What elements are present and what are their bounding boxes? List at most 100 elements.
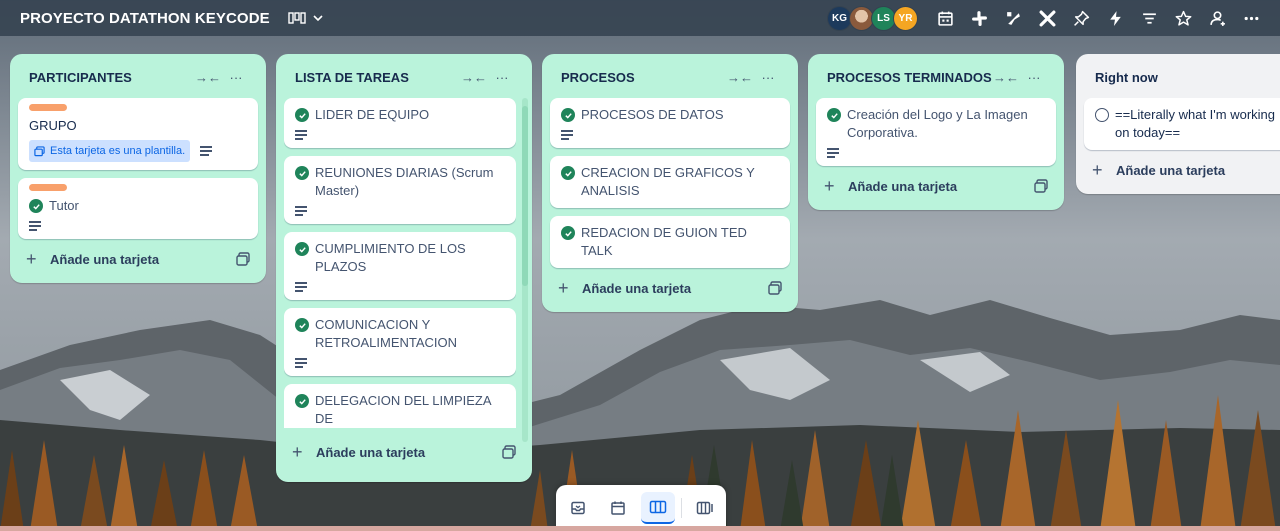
avatar[interactable]: YR <box>893 5 918 31</box>
description-icon <box>827 148 839 158</box>
plus-icon: + <box>824 175 835 196</box>
list-menu-icon[interactable]: ··· <box>754 70 782 85</box>
template-badge: Esta tarjeta es una plantilla. <box>29 140 191 162</box>
template-badge-label: Esta tarjeta es una plantilla. <box>50 145 186 157</box>
add-card-label: Añade una tarjeta <box>1116 162 1226 178</box>
butler-icon[interactable] <box>996 3 1030 33</box>
list-right-now: Right now → ==Literally what I'm working… <box>1076 54 1280 194</box>
share-icon[interactable] <box>1200 3 1234 33</box>
checkmark-complete-icon[interactable] <box>295 166 309 180</box>
card-process[interactable]: REDACION DE GUION TED TALK <box>550 216 790 268</box>
planner-icon[interactable] <box>601 492 635 524</box>
star-icon[interactable] <box>1166 3 1200 33</box>
card-finished-process[interactable]: Creación del Logo y La Imagen Corporativ… <box>816 98 1056 166</box>
card-tutor[interactable]: Tutor <box>18 178 258 239</box>
plus-icon: + <box>292 441 303 462</box>
add-card-button[interactable]: + Añade una tarjeta <box>1084 154 1280 186</box>
card-task[interactable]: DELEGACION DEL LIMPIEZA DE <box>284 384 516 428</box>
card-title: REUNIONES DIARIAS (Scrum Master) <box>315 165 494 198</box>
card-grupo[interactable]: GRUPO Esta tarjeta es una plantilla. <box>18 98 258 170</box>
description-icon <box>295 282 307 292</box>
integration-icon[interactable] <box>1030 3 1064 33</box>
list-title[interactable]: PROCESOS TERMINADOS <box>827 70 992 85</box>
description-icon <box>29 221 41 231</box>
card-task[interactable]: COMUNICACION Y RETROALIMENTACION <box>284 308 516 376</box>
calendar-icon[interactable] <box>928 3 962 33</box>
card-label[interactable] <box>29 104 67 111</box>
list-header: LISTA DE TAREAS →← ··· <box>284 62 524 92</box>
add-card-button[interactable]: + Añade una tarjeta <box>550 272 790 304</box>
card-title: CREACION DE GRAFICOS Y ANALISIS <box>581 165 755 198</box>
checkmark-complete-icon[interactable] <box>295 108 309 122</box>
add-card-button[interactable]: + Añade una tarjeta <box>816 170 1056 202</box>
board-icon[interactable] <box>640 492 675 524</box>
board-view-icon <box>288 12 306 24</box>
list-title[interactable]: LISTA DE TAREAS <box>295 70 460 85</box>
list-title[interactable]: Right now <box>1095 70 1280 85</box>
list-lista-de-tareas: LISTA DE TAREAS →← ··· LIDER DE EQUIPO R… <box>276 54 532 482</box>
list-procesos-terminados: PROCESOS TERMINADOS →← ··· Creación del … <box>808 54 1064 210</box>
list-title[interactable]: PROCESOS <box>561 70 726 85</box>
plus-icon: + <box>558 277 569 298</box>
collapse-list-icon[interactable]: →← <box>194 70 222 85</box>
chevron-down-icon <box>313 15 323 22</box>
card-title: DELEGACION DEL LIMPIEZA DE <box>315 393 491 426</box>
list-menu-icon[interactable]: ··· <box>222 70 250 85</box>
list-title[interactable]: PARTICIPANTES <box>29 70 194 85</box>
board-title[interactable]: PROYECTO DATATHON KEYCODE <box>20 10 270 27</box>
pin-icon[interactable] <box>1064 3 1098 33</box>
card-title: COMUNICACION Y RETROALIMENTACION <box>315 317 458 350</box>
plus-icon: + <box>1092 159 1103 180</box>
create-from-template-icon[interactable] <box>236 252 250 266</box>
scrollbar-thumb[interactable] <box>522 106 528 286</box>
checkmark-complete-icon[interactable] <box>29 199 43 213</box>
create-from-template-icon[interactable] <box>768 281 782 295</box>
checkmark-complete-icon[interactable] <box>295 394 309 408</box>
card-title: Tutor <box>49 198 79 213</box>
list-header: PROCESOS TERMINADOS →← ··· <box>816 62 1056 92</box>
switch-boards-icon[interactable] <box>688 492 722 524</box>
card-label[interactable] <box>29 184 67 191</box>
bottom-nav <box>556 485 726 531</box>
divider <box>680 498 682 518</box>
slack-icon[interactable] <box>962 3 996 33</box>
plus-icon: + <box>26 248 37 269</box>
description-icon <box>295 358 307 368</box>
add-card-button[interactable]: + Añade una tarjeta <box>18 243 258 275</box>
create-from-template-icon[interactable] <box>502 445 516 459</box>
list-clip: Right now → ==Literally what I'm working… <box>1074 54 1280 214</box>
checkmark-complete-icon[interactable] <box>295 242 309 256</box>
card-task[interactable]: REUNIONES DIARIAS (Scrum Master) <box>284 156 516 224</box>
list-menu-icon[interactable]: ··· <box>1020 70 1048 85</box>
filter-icon[interactable] <box>1132 3 1166 33</box>
description-icon <box>295 130 307 140</box>
collapse-list-icon[interactable]: →← <box>726 70 754 85</box>
card-right-now[interactable]: ==Literally what I'm working on today== <box>1084 98 1280 150</box>
checkmark-complete-icon[interactable] <box>561 166 575 180</box>
card-title: ==Literally what I'm working on today== <box>1115 107 1275 140</box>
add-card-button[interactable]: + Añade una tarjeta <box>284 436 524 468</box>
checkmark-complete-icon[interactable] <box>561 226 575 240</box>
inbox-icon[interactable] <box>561 492 595 524</box>
view-switcher[interactable] <box>288 12 324 24</box>
card-process[interactable]: PROCESOS DE DATOS <box>550 98 790 148</box>
checkmark-complete-icon[interactable] <box>561 108 575 122</box>
template-icon <box>34 145 45 156</box>
card-task[interactable]: CUMPLIMIENTO DE LOS PLAZOS <box>284 232 516 300</box>
checkmark-complete-icon[interactable] <box>295 318 309 332</box>
member-avatars: KG LS YR <box>827 5 918 31</box>
automation-icon[interactable] <box>1098 3 1132 33</box>
collapse-list-icon[interactable]: →← <box>460 70 488 85</box>
collapse-list-icon[interactable]: →← <box>992 70 1020 85</box>
checkmark-complete-icon[interactable] <box>827 108 841 122</box>
card-process[interactable]: CREACION DE GRAFICOS Y ANALISIS <box>550 156 790 208</box>
card-task[interactable]: LIDER DE EQUIPO <box>284 98 516 148</box>
card-title: PROCESOS DE DATOS <box>581 107 724 122</box>
card-title: REDACION DE GUION TED TALK <box>581 225 747 258</box>
more-icon[interactable] <box>1234 3 1268 33</box>
checkbox-incomplete-icon[interactable] <box>1095 108 1109 122</box>
card-title: GRUPO <box>29 118 77 133</box>
card-title: CUMPLIMIENTO DE LOS PLAZOS <box>315 241 466 274</box>
list-menu-icon[interactable]: ··· <box>488 70 516 85</box>
create-from-template-icon[interactable] <box>1034 179 1048 193</box>
